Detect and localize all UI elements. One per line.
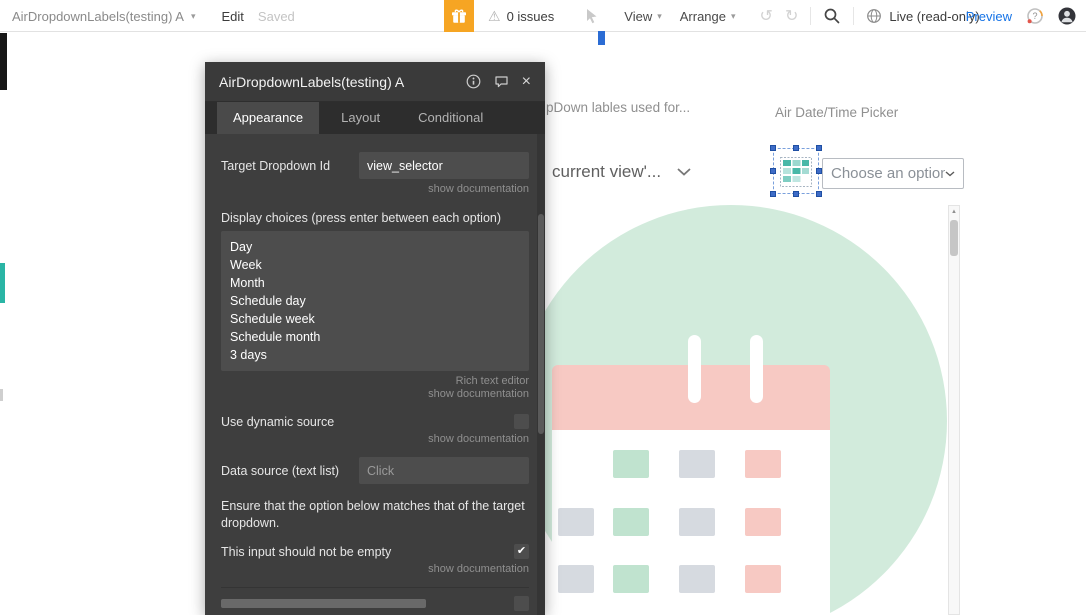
scrollbar-up-arrow-icon[interactable]: ▲ [949,206,959,218]
search-icon[interactable] [823,7,841,25]
panel-divider [221,587,529,588]
edit-menu[interactable]: Edit [222,9,244,24]
canvas-scrollbar[interactable]: ▲ [948,205,960,615]
display-choices-label: Display choices (press enter between eac… [221,211,529,225]
clipped-element-teal [0,263,5,303]
calendar-ring [750,335,763,403]
calendar-cell [679,565,715,593]
arrange-menu[interactable]: Arrange [680,9,726,24]
target-dropdown-id-input[interactable] [359,152,529,179]
toolbar-divider [810,7,811,25]
view-menu[interactable]: View [624,9,652,24]
cursor-tool-icon[interactable] [584,8,600,24]
tab-layout[interactable]: Layout [325,102,396,134]
calendar-cell [745,450,781,478]
panel-title: AirDropdownLabels(testing) A [219,74,466,90]
chevron-down-icon: ▾ [657,11,662,22]
target-dropdown-id-label: Target Dropdown Id [221,159,330,173]
chevron-down-icon[interactable]: ▾ [191,11,196,22]
use-dynamic-source-checkbox[interactable] [514,414,529,429]
gift-icon [451,8,467,24]
saved-status: Saved [258,9,295,24]
property-editor-panel: AirDropdownLabels(testing) A × Appearanc… [205,62,545,615]
comment-icon[interactable] [494,74,509,89]
show-documentation-link[interactable]: show documentation [221,388,529,400]
warning-icon: ⚠ [488,8,501,25]
scrollbar-thumb[interactable] [950,220,958,256]
selection-handle[interactable] [793,145,799,151]
panel-tabs: Appearance Layout Conditional [205,102,545,134]
top-toolbar: AirDropdownLabels(testing) A ▾ Edit Save… [0,0,1086,32]
tab-conditional[interactable]: Conditional [402,102,499,134]
panel-scrollbar[interactable] [537,134,545,615]
app-title[interactable]: AirDropdownLabels(testing) A [12,9,184,24]
clipped-element-black [0,33,7,90]
clipped-option-checkbox[interactable] [514,596,529,611]
not-empty-label: This input should not be empty [221,545,391,559]
redo-icon[interactable]: ↻ [785,6,798,26]
not-empty-checkbox[interactable]: ✔ [514,544,529,559]
calendar-cell [613,508,649,536]
calendar-cell [745,508,781,536]
undo-icon[interactable]: ↺ [760,6,773,26]
selection-handle[interactable] [770,168,776,174]
calendar-cell [679,508,715,536]
current-view-text: current view'... [552,162,661,182]
canvas-blue-marker [598,31,605,45]
panel-scrollbar-thumb[interactable] [538,214,544,434]
info-icon[interactable] [466,74,481,89]
calendar-cell [558,565,594,593]
selection-handle[interactable] [770,145,776,151]
clipped-element-grey [0,389,3,401]
current-view-dropdown[interactable]: current view'... [552,162,691,182]
chevron-down-icon [677,168,691,176]
rich-text-editor-link[interactable]: Rich text editor [221,375,529,387]
canvas-text-element[interactable]: pDown lables used for... [546,100,690,115]
issues-count[interactable]: 0 issues [507,9,555,24]
calendar-cell [745,565,781,593]
svg-text:?: ? [1032,11,1037,21]
chevron-down-icon: ▾ [731,11,736,22]
show-documentation-link[interactable]: show documentation [221,183,529,195]
selection-handle[interactable] [816,191,822,197]
panel-note-text: Ensure that the option below matches tha… [221,498,529,532]
calendar-cell [613,450,649,478]
calendar-cell [613,565,649,593]
toolbar-divider [853,7,854,25]
tab-appearance[interactable]: Appearance [217,102,319,134]
display-choices-textarea[interactable]: Day Week Month Schedule day Schedule wee… [221,231,529,371]
selection-handle[interactable] [770,191,776,197]
chevron-down-icon [945,171,955,177]
preview-button[interactable]: Preview [966,9,1012,24]
close-icon[interactable]: × [522,74,531,90]
calendar-ring [688,335,701,403]
data-source-input[interactable] [359,457,529,484]
datetime-picker-label[interactable]: Air Date/Time Picker [775,105,898,120]
data-source-label: Data source (text list) [221,464,339,478]
panel-header[interactable]: AirDropdownLabels(testing) A × [205,62,545,102]
dropdown-selected-value: Choose an option [831,165,945,182]
check-icon: ✔ [517,544,526,559]
help-icon[interactable]: ? [1026,7,1044,25]
use-dynamic-source-label: Use dynamic source [221,415,334,429]
mini-calendar-icon [779,154,813,188]
user-avatar-icon[interactable] [1058,7,1076,25]
selected-element[interactable] [773,148,819,194]
gift-button[interactable] [444,0,474,32]
choose-option-dropdown[interactable]: Choose an option [822,158,964,189]
clipped-option-label [221,599,426,608]
globe-icon [866,8,882,24]
show-documentation-link[interactable]: show documentation [221,563,529,575]
show-documentation-link[interactable]: show documentation [221,433,529,445]
selection-handle[interactable] [793,191,799,197]
calendar-cell [679,450,715,478]
calendar-cell [558,508,594,536]
selection-handle[interactable] [816,145,822,151]
